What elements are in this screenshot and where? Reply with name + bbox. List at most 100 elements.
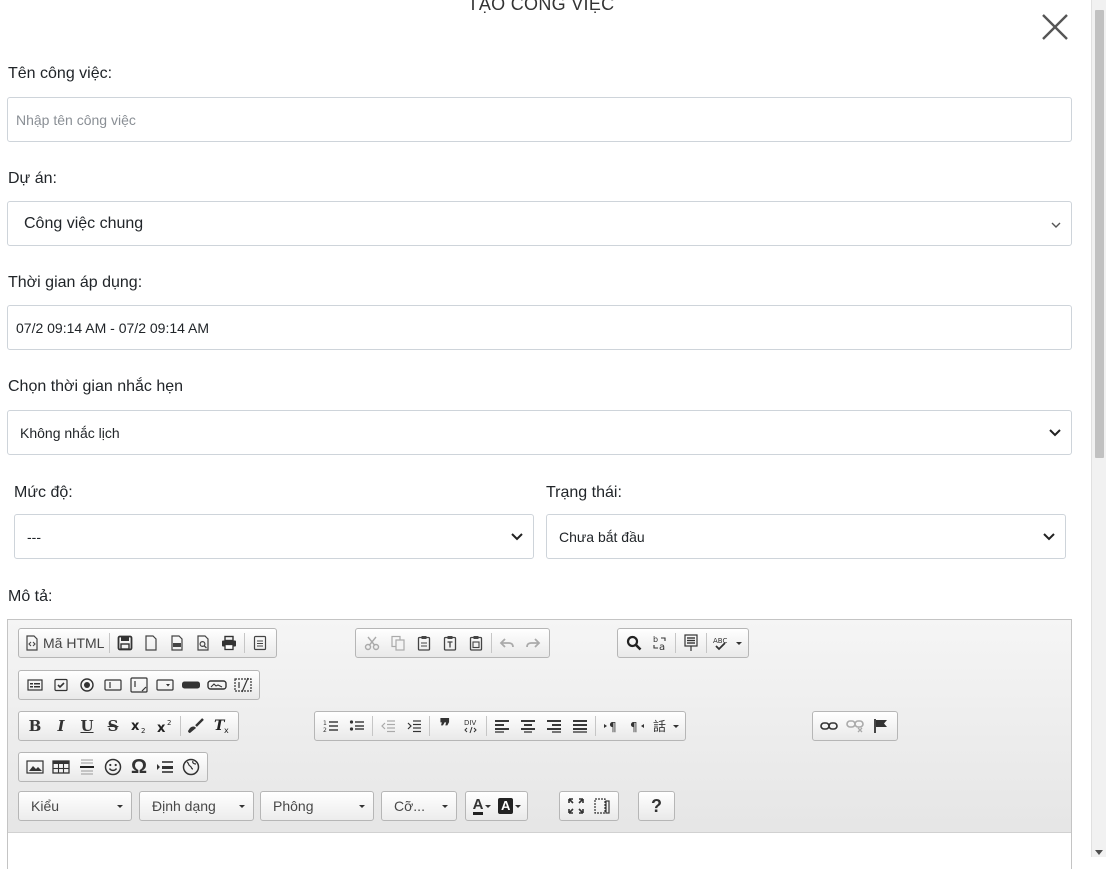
language-button[interactable]: 話 [650,714,682,738]
radio-button[interactable] [74,673,100,697]
search-icon [626,635,642,651]
blockquote-button[interactable]: ❞ [432,714,458,738]
spellcheck-button[interactable]: ABC [709,631,745,655]
superscript-button[interactable]: x2 [152,714,178,738]
ltr-button[interactable]: ¶ [598,714,624,738]
status-selected-value: Chưa bắt đầu [559,528,645,545]
show-blocks-button[interactable] [589,794,615,818]
align-right-button[interactable] [541,714,567,738]
iframe-button[interactable] [178,755,204,779]
export-pdf-button[interactable] [164,631,190,655]
bulleted-list-button[interactable] [344,714,370,738]
flag-icon [874,719,887,733]
dropdown-caret-icon [239,805,245,808]
reminder-select[interactable]: Không nhắc lịch [7,410,1072,455]
templates-button[interactable] [247,631,273,655]
button-field-button[interactable] [178,673,204,697]
undo-button[interactable] [494,631,520,655]
font-combo-label: Phông [273,798,314,814]
paste-word-button[interactable] [463,631,489,655]
unlink-button[interactable] [842,714,868,738]
checkbox-button[interactable] [48,673,74,697]
paste-text-button[interactable] [437,631,463,655]
text-color-button[interactable]: A [469,794,495,818]
smiley-icon [104,758,122,776]
strike-button[interactable]: S [100,714,126,738]
form-button[interactable] [22,673,48,697]
textfield-button[interactable] [100,673,126,697]
anchor-button[interactable] [868,714,894,738]
select-all-button[interactable] [678,631,704,655]
copy-format-button[interactable] [183,714,209,738]
smiley-button[interactable] [100,755,126,779]
align-justify-button[interactable] [567,714,593,738]
svg-text:2: 2 [141,727,145,734]
replace-button[interactable]: ba [647,631,673,655]
special-char-button[interactable]: Ω [126,755,152,779]
paste-button[interactable] [411,631,437,655]
svg-text:1: 1 [323,720,327,727]
table-button[interactable] [48,755,74,779]
toolbar-separator [675,633,676,653]
textarea-icon [130,677,148,693]
size-combo[interactable]: Cỡ... [381,791,457,821]
link-button[interactable] [816,714,842,738]
page-break-icon [157,761,173,773]
editor-content-area[interactable] [8,832,1071,872]
project-select[interactable]: Công việc chung [7,201,1072,246]
project-selected-value: Công việc chung [24,214,144,232]
bg-color-button[interactable]: A [495,794,524,818]
copy-button[interactable] [385,631,411,655]
form-icon [27,679,43,691]
italic-button[interactable]: I [48,714,74,738]
page-break-button[interactable] [152,755,178,779]
scrollbar-thumb[interactable] [1095,10,1104,458]
indent-button[interactable] [401,714,427,738]
align-left-button[interactable] [489,714,515,738]
format-combo-label: Định dạng [152,798,216,814]
task-name-input[interactable]: Nhập tên công việc [7,97,1072,142]
toolbar-group-clipboard [355,628,550,658]
underline-button[interactable]: U [74,714,100,738]
align-center-button[interactable] [515,714,541,738]
cut-button[interactable] [359,631,385,655]
remove-format-button[interactable]: Tx [209,714,235,738]
rtl-button[interactable]: ¶ [624,714,650,738]
scroll-down-arrow-icon[interactable] [1095,850,1103,855]
create-div-button[interactable]: DIV [458,714,484,738]
save-button[interactable] [112,631,138,655]
find-button[interactable] [621,631,647,655]
format-combo[interactable]: Định dạng [139,791,254,821]
close-button[interactable] [1040,12,1070,42]
image-button-field-button[interactable] [204,673,230,697]
source-button[interactable]: Mã HTML [22,631,107,655]
chevron-down-icon [1043,528,1055,546]
pdf-icon [171,635,184,651]
print-icon [222,635,237,651]
priority-select[interactable]: --- [14,514,534,559]
status-select[interactable]: Chưa bắt đầu [546,514,1066,559]
toolbar-separator [491,633,492,653]
subscript-button[interactable]: x2 [126,714,152,738]
image-button[interactable] [22,755,48,779]
svg-text:¶: ¶ [609,720,617,733]
vertical-scrollbar[interactable] [1091,0,1106,857]
print-button[interactable] [216,631,242,655]
rtl-icon: ¶ [630,720,644,733]
horizontal-rule-button[interactable] [74,755,100,779]
bold-button[interactable]: B [22,714,48,738]
preview-button[interactable] [190,631,216,655]
new-page-button[interactable] [138,631,164,655]
redo-button[interactable] [520,631,546,655]
outdent-button[interactable] [375,714,401,738]
textarea-button[interactable] [126,673,152,697]
font-combo[interactable]: Phông [260,791,374,821]
dropdown-caret-icon [359,805,365,808]
help-button[interactable]: ? [644,794,670,818]
select-field-button[interactable] [152,673,178,697]
hidden-field-button[interactable] [230,673,256,697]
maximize-button[interactable] [563,794,589,818]
numbered-list-button[interactable]: 12 [318,714,344,738]
time-range-input[interactable]: 07/2 09:14 AM - 07/2 09:14 AM [7,305,1072,350]
style-combo[interactable]: Kiểu [18,791,132,821]
